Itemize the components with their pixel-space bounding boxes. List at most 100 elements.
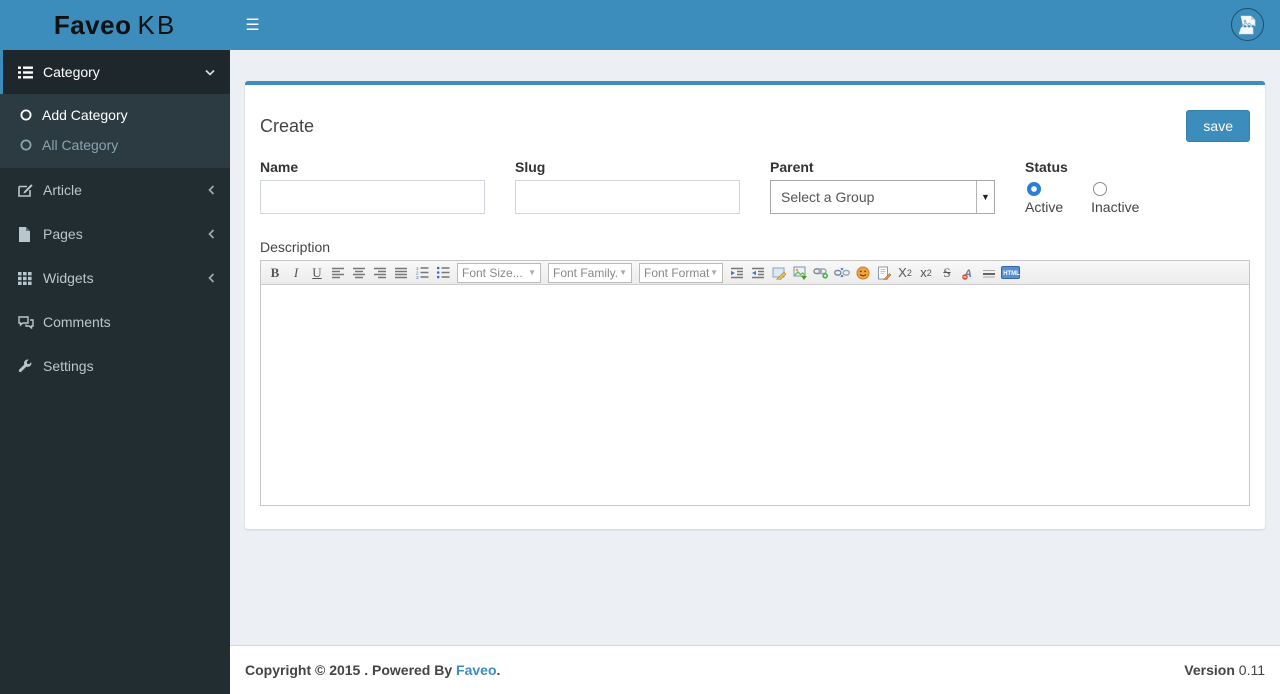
font-format-select-value: Font Format (644, 265, 710, 280)
html-source-icon[interactable]: HTML (1000, 263, 1021, 283)
top-navbar: Faveo KB ☰ (0, 0, 1280, 50)
align-right-icon[interactable] (370, 263, 390, 283)
status-field-group: Status Active Inactive (1025, 159, 1250, 215)
sidebar-item-comments[interactable]: Comments (0, 300, 230, 344)
select-dropdown-arrow-icon: ▼ (976, 181, 994, 213)
dropdown-arrow-icon: ▼ (528, 268, 536, 277)
align-center-icon[interactable] (349, 263, 369, 283)
chevron-down-icon (201, 69, 215, 76)
status-inactive-option[interactable]: Inactive (1091, 180, 1139, 215)
sidebar-item-category[interactable]: Category (0, 50, 230, 94)
create-category-panel: Create save Name Slug Parent Select a Gr… (245, 81, 1265, 529)
slug-field-group: Slug (515, 159, 740, 215)
font-format-select[interactable]: Font Format ▼ (639, 262, 723, 283)
font-family-select-value: Font Family. (553, 265, 619, 280)
insert-link-icon[interactable] (811, 263, 831, 283)
sidebar-toggle-button[interactable]: ☰ (230, 0, 275, 50)
strikethrough-icon[interactable]: S (937, 263, 957, 283)
faveo-footer-link[interactable]: Faveo (456, 662, 496, 678)
save-button[interactable]: save (1186, 110, 1250, 142)
status-active-label: Active (1025, 199, 1064, 215)
unlink-icon[interactable] (832, 263, 852, 283)
sidebar-item-widgets[interactable]: Widgets (0, 256, 230, 300)
wrench-icon (18, 359, 43, 373)
status-label: Status (1025, 159, 1068, 175)
category-submenu: Add Category All Category (0, 94, 230, 168)
sidebar-item-article[interactable]: Article (0, 168, 230, 212)
horizontal-rule-icon[interactable] (979, 263, 999, 283)
circle-o-icon (20, 139, 42, 151)
sidebar-item-pages[interactable]: Pages (0, 212, 230, 256)
file-icon (18, 226, 43, 242)
sidebar-item-add-category[interactable]: Add Category (0, 100, 230, 130)
bold-icon[interactable]: B (265, 263, 285, 283)
chevron-left-icon (201, 185, 215, 195)
editor-toolbar: B I U 1 2 3 Font Size... ▼ Font Family. … (261, 261, 1249, 285)
ordered-list-icon[interactable]: 1 2 3 (412, 263, 432, 283)
slug-input[interactable] (515, 180, 740, 214)
chevron-left-icon (201, 273, 215, 283)
version-value: 0.11 (1238, 662, 1265, 678)
logo-text-light: KB (137, 9, 177, 40)
list-icon (18, 66, 43, 79)
superscript-icon[interactable]: x2 (916, 263, 936, 283)
version-text: Version 0.11 (1184, 662, 1265, 678)
align-left-icon[interactable] (328, 263, 348, 283)
outdent-icon[interactable] (748, 263, 768, 283)
description-label: Description (260, 239, 331, 255)
insert-template-icon[interactable] (874, 263, 894, 283)
version-label: Version (1184, 662, 1235, 678)
grid-icon (18, 271, 43, 285)
content-area: Create save Name Slug Parent Select a Gr… (230, 50, 1280, 645)
indent-icon[interactable] (727, 263, 747, 283)
font-size-select-value: Font Size... (462, 265, 523, 280)
hamburger-menu-icon: ☰ (245, 17, 260, 34)
sidebar-item-label: Category (43, 64, 100, 80)
radio-checked-icon[interactable] (1027, 182, 1041, 196)
sidebar-item-settings[interactable]: Settings (0, 344, 230, 388)
font-size-select[interactable]: Font Size... ▼ (457, 262, 541, 283)
logo-text-bold: Faveo (53, 9, 132, 40)
sidebar: Category Add Category All Category Artic… (0, 50, 230, 694)
status-active-option[interactable]: Active (1025, 180, 1063, 215)
user-avatar-button[interactable] (1231, 8, 1264, 41)
dropdown-arrow-icon: ▼ (619, 268, 627, 277)
italic-icon[interactable]: I (286, 263, 306, 283)
unordered-list-icon[interactable] (433, 263, 453, 283)
svg-text:3: 3 (416, 275, 419, 279)
app-logo[interactable]: Faveo KB (0, 0, 230, 50)
sidebar-item-label: Pages (43, 226, 83, 242)
page-title: Create (260, 115, 315, 136)
parent-select[interactable]: Select a Group ▼ (770, 180, 995, 214)
broken-image-avatar-icon (1238, 15, 1257, 35)
svg-text:HTML: HTML (1003, 271, 1020, 277)
radio-unchecked-icon[interactable] (1093, 182, 1108, 196)
underline-icon[interactable]: U (307, 263, 327, 283)
sidebar-item-label: All Category (42, 137, 119, 153)
edit-square-icon (18, 183, 43, 197)
parent-select-value: Select a Group (781, 189, 875, 205)
footer: Copyright © 2015 . Powered By Faveo. Ver… (230, 645, 1280, 694)
parent-field-group: Parent Select a Group ▼ (770, 159, 995, 215)
name-label: Name (260, 159, 299, 175)
name-input[interactable] (260, 180, 485, 214)
insert-image-icon[interactable] (790, 263, 810, 283)
dropdown-arrow-icon: ▼ (710, 268, 718, 277)
comments-icon (18, 315, 43, 329)
rich-text-editor: B I U 1 2 3 Font Size... ▼ Font Family. … (260, 260, 1250, 506)
remove-format-icon[interactable]: A (958, 263, 978, 283)
subscript-icon[interactable]: X2 (895, 263, 915, 283)
sidebar-item-label: Settings (43, 358, 94, 374)
align-justify-icon[interactable] (391, 263, 411, 283)
font-family-select[interactable]: Font Family. ▼ (548, 262, 632, 283)
description-editor-body[interactable] (261, 285, 1249, 505)
sidebar-item-label: Widgets (43, 270, 94, 286)
edit-image-icon[interactable] (769, 263, 789, 283)
copyright-text: Copyright © 2015 . Powered By Faveo. (245, 662, 501, 678)
sidebar-item-all-category[interactable]: All Category (0, 130, 230, 160)
slug-label: Slug (515, 159, 546, 175)
emoticons-icon[interactable] (853, 263, 873, 283)
name-field-group: Name (260, 159, 485, 215)
circle-o-icon (20, 109, 42, 121)
parent-label: Parent (770, 159, 814, 175)
